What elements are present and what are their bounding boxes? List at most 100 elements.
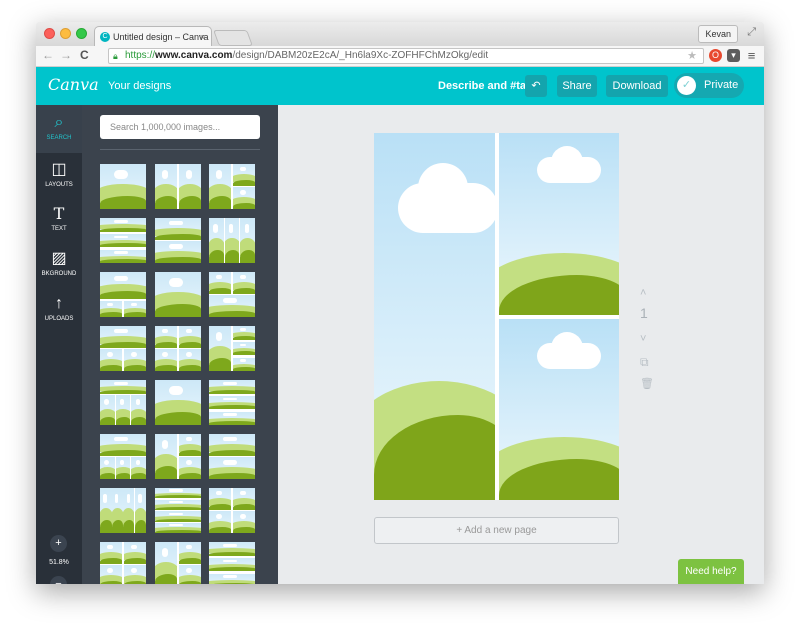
private-toggle[interactable]: ✓ Private <box>674 73 744 98</box>
layout-thumbnail[interactable] <box>155 434 201 479</box>
layout-thumbnail[interactable] <box>155 164 201 209</box>
url-scheme: https:// <box>125 50 156 61</box>
layout-thumbnail[interactable] <box>209 542 255 584</box>
design-canvas-area: 1 ˄ ˅ ⧉ 🗑︎ + Add a new page Need help? <box>278 105 764 584</box>
layout-thumbnail[interactable] <box>100 272 146 317</box>
move-page-up-icon[interactable]: ˄ <box>640 287 646 299</box>
sidebar-item-search[interactable]: ⌕ SEARCH <box>36 114 82 141</box>
layout-thumbnail[interactable] <box>100 542 146 584</box>
sidebar-item-text[interactable]: T TEXT <box>36 205 82 233</box>
delete-page-icon[interactable]: 🗑︎ <box>640 377 654 390</box>
layout-thumbnail[interactable] <box>209 488 255 533</box>
layout-cell <box>155 511 201 522</box>
layout-cell <box>155 488 201 499</box>
cloud-shape <box>213 224 218 234</box>
image-search-input[interactable]: Search 1,000,000 images... <box>100 115 260 139</box>
layout-thumbnail[interactable] <box>155 326 201 371</box>
layout-cell <box>100 488 112 533</box>
hill-shape <box>100 259 146 263</box>
move-page-down-icon[interactable]: ˅ <box>640 333 646 345</box>
cloud-shape <box>239 359 247 363</box>
describe-and-tag-link[interactable]: Describe and #tag <box>438 80 533 92</box>
left-sidebar: ⌕ SEARCH ◫ LAYOUTS T TEXT ▨ BKGROUND ↑ U… <box>36 105 82 584</box>
layout-cell <box>178 434 201 456</box>
layout-thumbnail[interactable] <box>209 326 255 371</box>
minimize-window-button[interactable] <box>60 28 71 39</box>
bookmark-star-icon[interactable]: ★ <box>687 49 697 63</box>
layout-cell <box>123 488 135 533</box>
layout-cell <box>155 241 201 263</box>
your-designs-link[interactable]: Your designs <box>108 80 171 92</box>
layout-thumbnail[interactable] <box>100 164 146 209</box>
hill-shape <box>232 351 255 356</box>
cloud-shape <box>551 332 583 364</box>
layout-cell <box>100 300 123 317</box>
photo-frame-bottom-right[interactable] <box>499 319 619 500</box>
add-new-page-button[interactable]: + Add a new page <box>374 517 619 544</box>
profile-button[interactable]: Kevan <box>698 25 738 43</box>
photo-frame-top-right[interactable] <box>499 133 619 315</box>
hill-shape <box>134 520 146 533</box>
undo-icon[interactable]: ↶ <box>525 75 547 97</box>
layout-thumbnail[interactable] <box>155 542 201 584</box>
tab-close-icon[interactable]: × <box>200 27 205 47</box>
cloud-shape <box>185 170 193 180</box>
opera-extension-icon[interactable]: O <box>709 49 722 62</box>
layout-cell <box>209 434 255 456</box>
close-window-button[interactable] <box>44 28 55 39</box>
copy-page-icon[interactable]: ⧉ <box>640 355 649 370</box>
layout-thumbnail[interactable] <box>100 326 146 371</box>
hill-shape <box>123 312 146 317</box>
share-button[interactable]: Share <box>557 75 597 97</box>
fullscreen-icon[interactable]: ⤢ <box>747 26 756 39</box>
hill-shape <box>232 526 255 533</box>
layout-thumbnail[interactable] <box>100 488 146 533</box>
cloud-shape <box>106 352 114 357</box>
layout-thumbnail[interactable] <box>209 164 255 209</box>
layout-thumbnail[interactable] <box>100 218 146 263</box>
need-help-button[interactable]: Need help? <box>678 559 744 584</box>
zoom-in-button[interactable]: + <box>50 535 67 552</box>
back-arrow-icon[interactable]: ← <box>42 48 54 62</box>
layout-cell <box>100 542 123 564</box>
layout-thumbnail[interactable] <box>100 380 146 425</box>
layout-thumbnail[interactable] <box>209 218 255 263</box>
layout-cell <box>155 542 178 584</box>
hill-shape <box>209 421 255 425</box>
address-bar[interactable]: 🔒︎ https://www.canva.com/design/DABM20zE… <box>108 48 704 64</box>
layout-thumbnail[interactable] <box>155 218 201 263</box>
layout-thumbnail[interactable] <box>100 434 146 479</box>
pocket-extension-icon[interactable]: ▾ <box>727 49 740 62</box>
hill-shape <box>209 583 255 584</box>
cloud-shape <box>239 275 247 280</box>
download-button[interactable]: Download <box>606 75 668 97</box>
sidebar-item-uploads[interactable]: ↑ UPLOADS <box>36 295 82 322</box>
cloud-shape <box>113 235 128 239</box>
design-page[interactable] <box>374 133 619 500</box>
forward-arrow-icon[interactable]: → <box>60 48 72 62</box>
photo-frame-left[interactable] <box>374 133 495 500</box>
layout-thumbnail[interactable] <box>209 380 255 425</box>
maximize-window-button[interactable] <box>76 28 87 39</box>
browser-menu-icon[interactable]: ≡ <box>745 49 758 62</box>
cloud-shape <box>222 397 237 401</box>
layout-thumbnail[interactable] <box>155 272 201 317</box>
canva-logo[interactable]: Canva <box>48 75 99 94</box>
cloud-shape <box>138 494 142 504</box>
layout-thumbnail[interactable] <box>209 434 255 479</box>
zoom-out-button[interactable]: − <box>50 576 67 584</box>
reload-icon[interactable]: C <box>80 48 89 62</box>
hill-shape <box>178 472 201 479</box>
search-icon: ⌕ <box>54 114 64 131</box>
hill-shape <box>100 243 146 248</box>
sidebar-item-layouts[interactable]: ◫ LAYOUTS <box>36 161 82 188</box>
layout-cell <box>232 326 255 340</box>
layout-thumbnail[interactable] <box>209 272 255 317</box>
layout-thumbnail[interactable] <box>155 488 201 533</box>
layout-cell <box>100 349 123 371</box>
hill-shape <box>209 526 232 533</box>
browser-tab[interactable]: C Untitled design – Canva × <box>94 26 212 46</box>
new-tab-button[interactable] <box>213 30 253 46</box>
layout-thumbnail[interactable] <box>155 380 201 425</box>
sidebar-item-background[interactable]: ▨ BKGROUND <box>36 250 82 277</box>
